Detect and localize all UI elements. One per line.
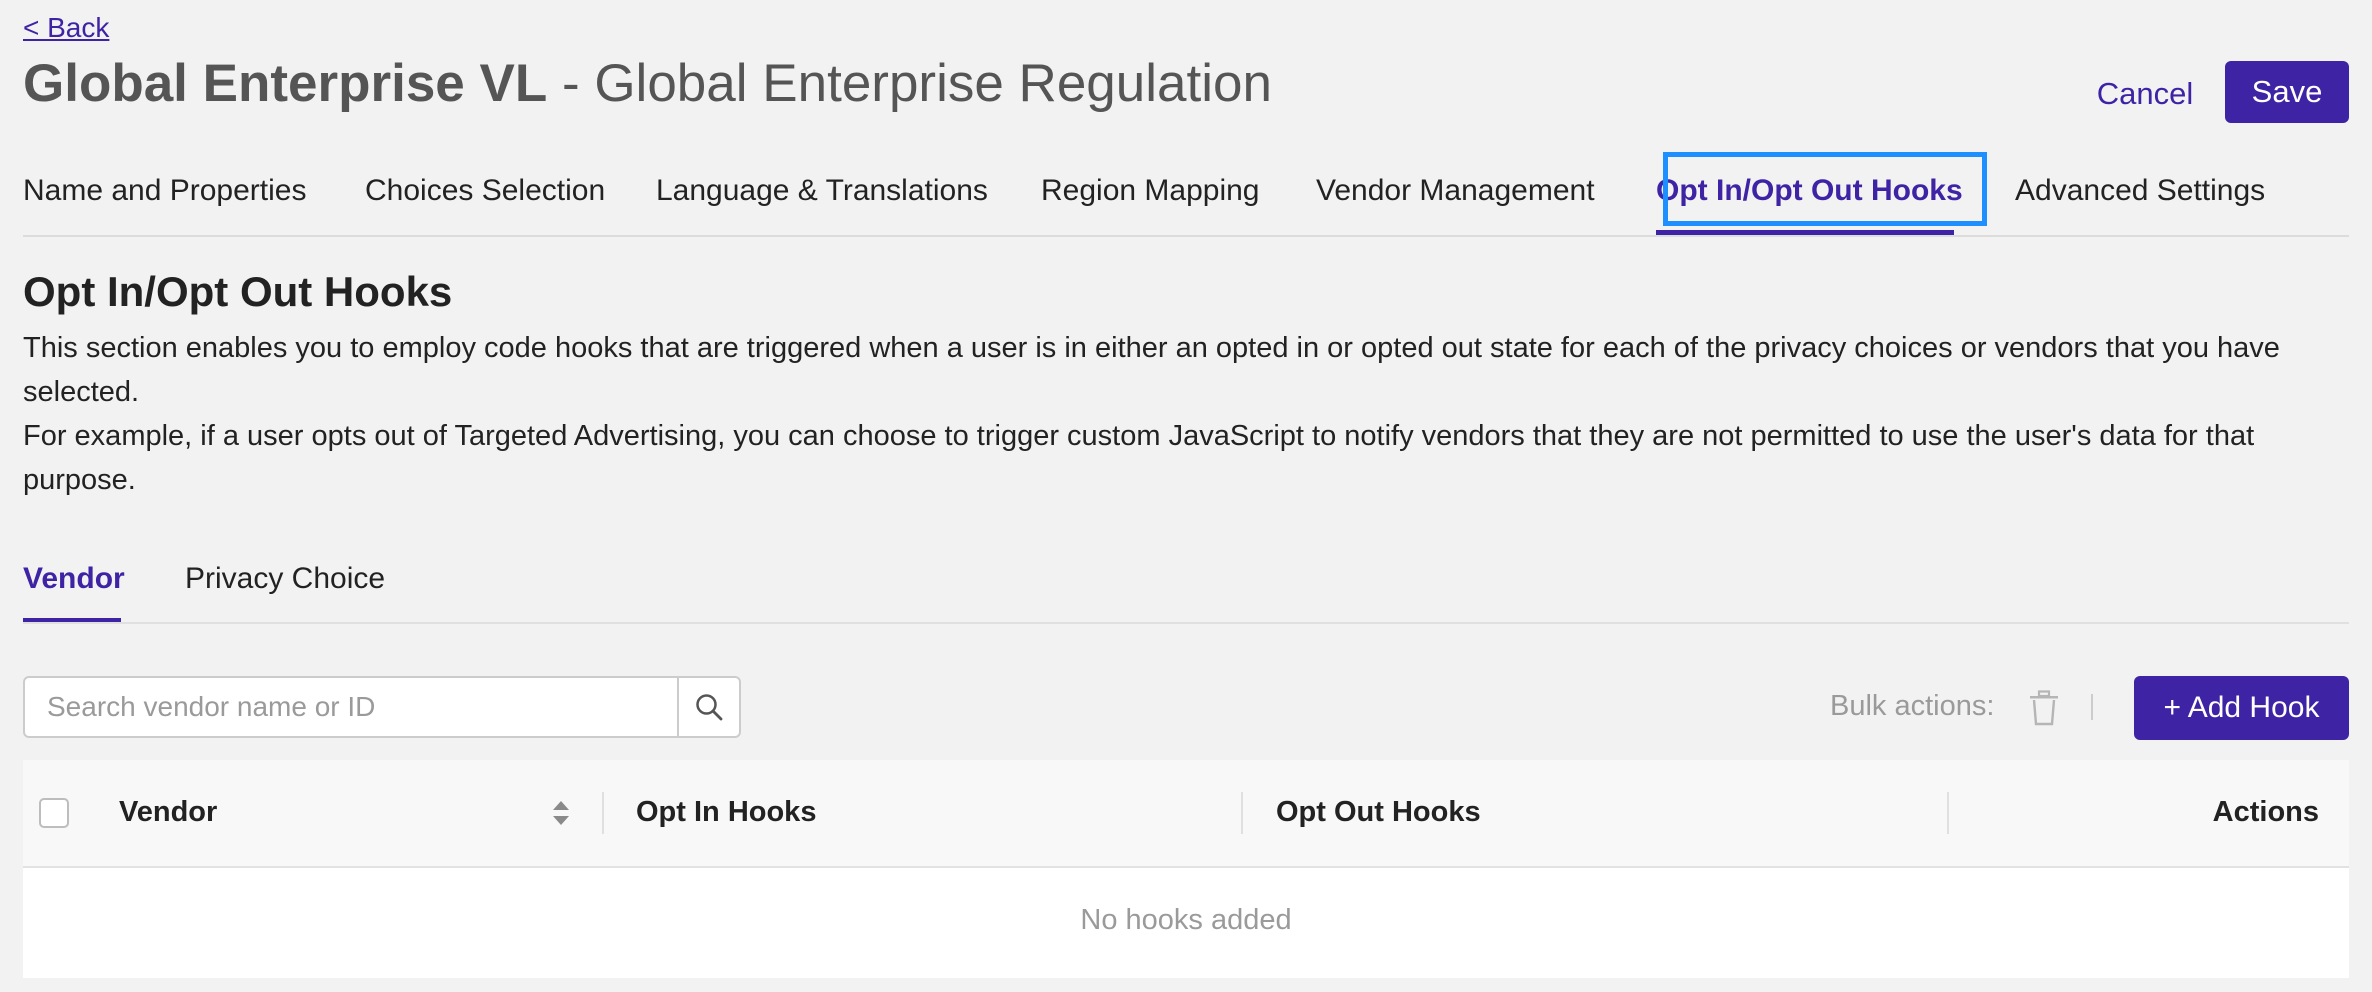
tab-opt-in-opt-out-hooks[interactable]: Opt In/Opt Out Hooks	[1656, 174, 1963, 208]
back-link[interactable]: < Back	[23, 12, 109, 44]
page: < Back Global Enterprise VL - Global Ent…	[0, 0, 2372, 992]
table-body: No hooks added	[23, 868, 2349, 978]
tab-language-translations[interactable]: Language & Translations	[656, 174, 988, 208]
sort-icon[interactable]	[550, 798, 572, 828]
cancel-button[interactable]: Cancel	[2090, 66, 2200, 122]
description-example: For example, if a user opts out of Targe…	[23, 420, 2255, 496]
sub-tab-privacy-choice[interactable]: Privacy Choice	[185, 562, 385, 596]
page-title: Global Enterprise VL - Global Enterprise…	[23, 52, 1272, 116]
description-paragraph: This section enables you to employ code …	[23, 332, 2280, 408]
search-box	[23, 676, 741, 738]
tab-region-mapping[interactable]: Region Mapping	[1041, 174, 1259, 208]
sub-tabs: Vendor Privacy Choice	[23, 550, 2349, 624]
active-tab-underline	[1656, 230, 1954, 235]
section-description: This section enables you to employ code …	[23, 326, 2349, 502]
select-all-checkbox[interactable]	[39, 798, 69, 828]
search-button[interactable]	[677, 678, 739, 736]
search-input[interactable]	[25, 678, 679, 736]
column-divider	[602, 792, 604, 834]
column-header-actions: Actions	[2212, 796, 2319, 828]
column-header-opt-out-hooks: Opt Out Hooks	[1276, 796, 1481, 828]
table-header: Vendor Opt In Hooks Opt Out Hooks Action…	[23, 760, 2349, 868]
trash-icon[interactable]	[2027, 690, 2061, 726]
sub-tab-vendor[interactable]: Vendor	[23, 562, 125, 596]
column-header-vendor[interactable]: Vendor	[119, 796, 217, 829]
active-sub-tab-underline	[23, 618, 121, 622]
tab-advanced-settings[interactable]: Advanced Settings	[2015, 174, 2265, 208]
bulk-actions-divider	[2091, 694, 2093, 720]
bulk-actions-label: Bulk actions:	[1830, 690, 1995, 722]
column-header-opt-in-hooks: Opt In Hooks	[636, 796, 817, 828]
section-title: Opt In/Opt Out Hooks	[23, 268, 453, 315]
add-hook-button[interactable]: + Add Hook	[2134, 676, 2349, 740]
page-title-name: Global Enterprise VL	[23, 54, 548, 113]
tab-vendor-management[interactable]: Vendor Management	[1316, 174, 1595, 208]
page-title-regulation: - Global Enterprise Regulation	[547, 54, 1272, 113]
search-icon	[696, 694, 723, 721]
tab-name-and-properties[interactable]: Name and Properties	[23, 174, 306, 208]
column-divider	[1947, 792, 1949, 834]
main-tabs: Name and Properties Choices Selection La…	[23, 152, 2349, 237]
empty-state-message: No hooks added	[1080, 904, 1292, 936]
column-divider	[1241, 792, 1243, 834]
tab-choices-selection[interactable]: Choices Selection	[365, 174, 605, 208]
save-button[interactable]: Save	[2225, 61, 2349, 123]
